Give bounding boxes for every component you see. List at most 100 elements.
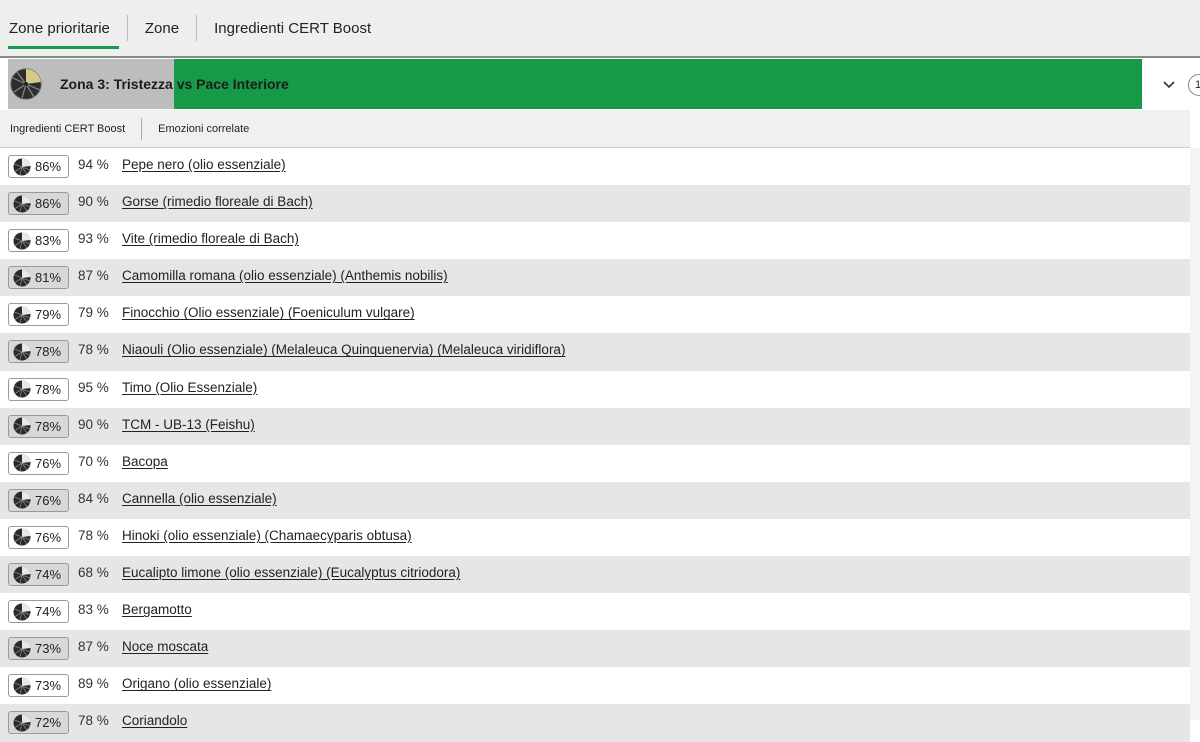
zone-count-badge: 13: [1188, 74, 1200, 96]
list-item: 74% 68 % Eucalipto limone (olio essenziale…: [0, 556, 1190, 594]
score-badge[interactable]: 81%: [8, 266, 69, 290]
tab-zone-prioritarie[interactable]: Zone prioritarie: [0, 0, 119, 57]
score-badge[interactable]: 72%: [8, 711, 69, 735]
ingredient-link[interactable]: TCM - UB-13 (Feishu): [122, 408, 255, 442]
tab-ingredienti-cert-boost[interactable]: Ingredienti CERT Boost: [205, 0, 380, 57]
subtab-emozioni-correlate[interactable]: Emozioni correlate: [148, 110, 259, 148]
score-value: 78%: [35, 381, 62, 397]
match-percent: 87 %: [78, 639, 109, 655]
ingredient-link[interactable]: Hinoki (olio essenziale) (Chamaecyparis …: [122, 519, 412, 553]
ingredient-link[interactable]: Gorse (rimedio floreale di Bach): [122, 185, 313, 219]
dial-icon: [13, 454, 31, 472]
dial-icon: [13, 603, 31, 621]
score-badge[interactable]: 76%: [8, 525, 69, 549]
score-badge[interactable]: 74%: [8, 600, 69, 624]
zone-title: Zona 3: Tristezza vs Pace Interiore: [60, 76, 289, 92]
list-item: 78% 90 % TCM - UB-13 (Feishu): [0, 407, 1190, 445]
list-item: 86% 90 % Gorse (rimedio floreale di Bach): [0, 185, 1190, 223]
match-percent: 84 %: [78, 490, 109, 506]
list-item: 78% 78 % Niaouli (Olio essenziale) (Melale…: [0, 333, 1190, 371]
dial-icon: [13, 232, 31, 250]
dial-icon: [13, 380, 31, 398]
ingredient-link[interactable]: Coriandolo: [122, 704, 187, 738]
dial-icon: [13, 269, 31, 287]
score-value: 78%: [35, 418, 62, 434]
list-item: 78% 95 % Timo (Olio Essenziale): [0, 370, 1190, 408]
dial-icon: [13, 566, 31, 584]
scrollbar[interactable]: [1190, 148, 1200, 720]
match-percent: 68 %: [78, 565, 109, 581]
list-item: 86% 94 % Pepe nero (olio essenziale): [0, 148, 1190, 186]
dial-icon: [13, 714, 31, 732]
ingredient-link[interactable]: Eucalipto limone (olio essenziale) (Euca…: [122, 556, 460, 590]
score-value: 83%: [35, 233, 62, 249]
score-value: 81%: [35, 270, 62, 286]
score-value: 73%: [35, 678, 62, 694]
ingredient-link[interactable]: Bergamotto: [122, 593, 192, 627]
score-value: 74%: [35, 567, 62, 583]
ingredient-link[interactable]: Vite (rimedio floreale di Bach): [122, 222, 299, 256]
score-badge[interactable]: 73%: [8, 637, 69, 661]
match-percent: 89 %: [78, 676, 109, 692]
ingredient-link[interactable]: Cannella (olio essenziale): [122, 482, 277, 516]
dial-icon: [13, 195, 31, 213]
score-badge[interactable]: 79%: [8, 303, 69, 327]
dial-icon: [13, 528, 31, 546]
score-badge[interactable]: 78%: [8, 377, 69, 401]
score-value: 72%: [35, 715, 62, 731]
ingredient-link[interactable]: Camomilla romana (olio essenziale) (Anth…: [122, 259, 448, 293]
ingredient-link[interactable]: Timo (Olio Essenziale): [122, 371, 257, 405]
score-badge[interactable]: 76%: [8, 488, 69, 512]
score-badge[interactable]: 86%: [8, 155, 69, 178]
zone-header[interactable]: Zona 3: Tristezza vs Pace Interiore 13: [8, 59, 1200, 109]
match-percent: 90 %: [78, 416, 109, 432]
tab-divider: [196, 15, 198, 41]
list-item: 83% 93 % Vite (rimedio floreale di Bach): [0, 222, 1190, 260]
score-badge[interactable]: 76%: [8, 451, 69, 475]
list-item: 76% 78 % Hinoki (olio essenziale) (Chamaec…: [0, 518, 1190, 557]
dial-icon: [13, 306, 31, 324]
subtab-ingredienti-cert-boost[interactable]: Ingredienti CERT Boost: [0, 110, 135, 148]
score-badge[interactable]: 73%: [8, 674, 69, 698]
score-value: 78%: [35, 344, 62, 360]
dial-icon: [13, 417, 31, 435]
chevron-down-icon[interactable]: [1156, 71, 1182, 97]
ingredient-link[interactable]: Origano (olio essenziale): [122, 667, 271, 701]
ingredient-link[interactable]: Finocchio (Olio essenziale) (Foeniculum …: [122, 296, 415, 330]
dial-icon: [13, 343, 31, 361]
match-percent: 90 %: [78, 194, 109, 210]
tab-divider: [126, 15, 128, 41]
ingredient-link[interactable]: Niaouli (Olio essenziale) (Melaleuca Qui…: [122, 333, 565, 367]
score-badge[interactable]: 78%: [8, 340, 69, 364]
dial-icon: [13, 677, 31, 695]
score-badge[interactable]: 74%: [8, 563, 69, 587]
score-badge[interactable]: 78%: [8, 414, 69, 438]
score-value: 76%: [35, 529, 62, 545]
list-item: 74% 83 % Bergamotto: [0, 593, 1190, 631]
match-percent: 78 %: [78, 527, 109, 543]
subtab-divider: [141, 117, 143, 140]
match-percent: 78 %: [78, 713, 109, 729]
tab-zone[interactable]: Zone: [136, 0, 188, 57]
ingredient-list: 86% 94 % Pepe nero (olio essenziale) 86% 90 …: [0, 148, 1190, 742]
zone-dial-icon: [10, 68, 42, 100]
ingredient-link[interactable]: Pepe nero (olio essenziale): [122, 148, 286, 182]
score-value: 86%: [35, 196, 62, 212]
list-item: 79% 79 % Finocchio (Olio essenziale) (Foen…: [0, 296, 1190, 334]
match-percent: 78 %: [78, 342, 109, 358]
match-percent: 70 %: [78, 453, 109, 469]
match-percent: 83 %: [78, 602, 109, 618]
match-percent: 95 %: [78, 379, 109, 395]
match-percent: 93 %: [78, 231, 109, 247]
score-badge[interactable]: 86%: [8, 192, 69, 216]
ingredient-link[interactable]: Bacopa: [122, 445, 168, 479]
dial-icon: [13, 640, 31, 658]
score-value: 86%: [35, 159, 62, 174]
ingredient-link[interactable]: Noce moscata: [122, 630, 208, 664]
match-percent: 87 %: [78, 268, 109, 284]
score-badge[interactable]: 83%: [8, 229, 69, 253]
list-item: 72% 78 % Coriandolo: [0, 704, 1190, 742]
dial-icon: [13, 491, 31, 509]
dial-icon: [13, 157, 31, 176]
list-item: 81% 87 % Camomilla romana (olio essenziale…: [0, 259, 1190, 297]
